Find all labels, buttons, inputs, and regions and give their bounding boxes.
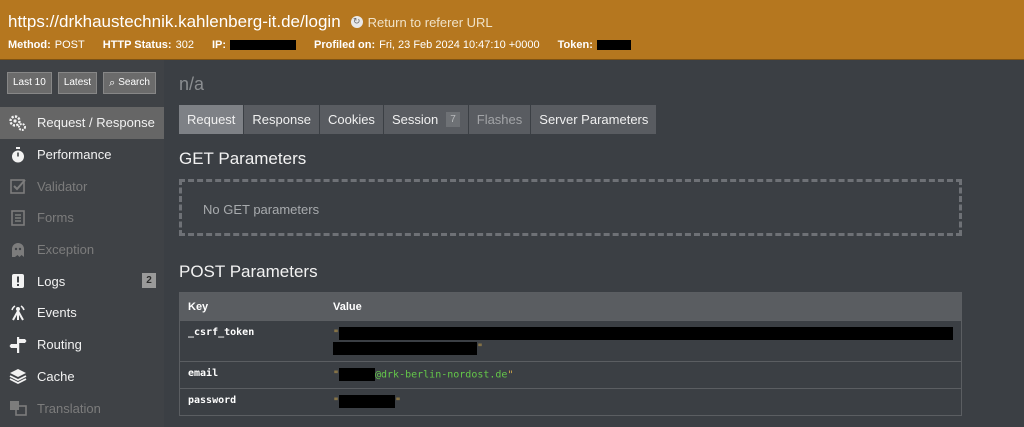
menu-label: Exception <box>37 242 95 258</box>
search-icon: ⌕ <box>109 76 116 89</box>
layers-icon <box>9 367 27 385</box>
request-tabs: Request Response Cookies Session 7 Flash… <box>179 105 657 134</box>
csrf-token-redacted-cont <box>332 342 477 355</box>
menu-item-forms[interactable]: Forms <box>0 202 164 234</box>
menu-item-cache[interactable]: Cache <box>0 361 164 393</box>
request-url[interactable]: https://drkhaustechnik.kahlenberg-it.de/… <box>8 12 341 32</box>
param-value: " " <box>324 320 962 362</box>
stopwatch-icon <box>9 146 27 164</box>
menu-label: Validator <box>37 178 88 194</box>
quick-buttons: Last 10 Latest ⌕ Search <box>7 72 162 94</box>
get-parameters-heading: GET Parameters <box>179 149 307 168</box>
menu-item-logs[interactable]: Logs 2 <box>0 265 164 297</box>
last-10-button[interactable]: Last 10 <box>7 72 52 94</box>
tab-session[interactable]: Session 7 <box>383 105 468 134</box>
quote-close: " <box>476 342 483 354</box>
method-label: Method: <box>8 39 51 51</box>
translate-icon <box>9 399 27 417</box>
logs-count-badge: 2 <box>142 273 156 289</box>
tab-request[interactable]: Request <box>179 105 244 134</box>
quote-close: " <box>395 396 402 408</box>
token-label: Token: <box>557 39 593 51</box>
csrf-token-redacted <box>339 327 953 340</box>
url-line: https://drkhaustechnik.kahlenberg-it.de/… <box>8 12 493 32</box>
return-to-referer-link[interactable]: ↻ Return to referer URL <box>350 15 493 30</box>
tab-session-label: Session <box>391 112 439 127</box>
page-title: n/a <box>179 74 205 94</box>
email-user-redacted <box>339 368 375 381</box>
menu-item-validator[interactable]: Validator <box>0 170 164 202</box>
profiled-label: Profiled on: <box>314 39 376 51</box>
return-icon: ↻ <box>350 16 363 28</box>
events-icon <box>9 304 27 322</box>
table-row: password " " <box>179 388 962 416</box>
menu-item-translation[interactable]: Translation <box>0 392 164 424</box>
tab-server-parameters[interactable]: Server Parameters <box>531 105 657 134</box>
menu-item-routing[interactable]: Routing <box>0 329 164 361</box>
status-value: 302 <box>175 39 194 51</box>
signpost-icon <box>9 336 27 354</box>
tab-flashes[interactable]: Flashes <box>468 105 531 134</box>
alert-icon <box>9 272 27 290</box>
menu-label: Events <box>37 305 77 321</box>
return-link-label[interactable]: Return to referer URL <box>368 15 493 30</box>
tab-response[interactable]: Response <box>244 105 319 134</box>
meta-ip: IP: <box>212 39 296 51</box>
value-column-header: Value <box>324 292 962 321</box>
token-redacted[interactable] <box>596 40 631 50</box>
request-meta: Method: POST HTTP Status: 302 IP: Profil… <box>8 39 649 51</box>
post-parameters-table: Key Value _csrf_token " " email " @drk-be… <box>179 292 962 416</box>
param-key: _csrf_token <box>179 320 325 362</box>
password-redacted <box>339 395 395 408</box>
form-icon <box>9 209 27 227</box>
menu-item-request-response[interactable]: Request / Response <box>0 107 164 139</box>
session-count-badge: 7 <box>446 112 460 127</box>
search-button[interactable]: ⌕ Search <box>103 72 156 94</box>
tab-cookies[interactable]: Cookies <box>319 105 383 134</box>
meta-method: Method: POST <box>8 39 85 51</box>
gears-icon <box>9 114 27 132</box>
quote-close: " <box>507 369 514 381</box>
param-value: " " <box>324 388 962 416</box>
panel-menu: Request / Response Performance Validator… <box>0 107 164 424</box>
ghost-icon <box>9 241 27 259</box>
search-button-label: Search <box>118 77 150 88</box>
method-value: POST <box>54 39 85 51</box>
menu-label: Performance <box>37 147 112 163</box>
main-panel: n/a Request Response Cookies Session 7 F… <box>164 60 1024 427</box>
meta-token: Token: <box>558 39 631 51</box>
get-empty-message: No GET parameters <box>203 202 320 217</box>
menu-label: Request / Response <box>37 115 155 131</box>
key-column-header: Key <box>179 292 325 321</box>
table-row: email " @drk-berlin-nordost.de" <box>179 361 962 389</box>
menu-item-exception[interactable]: Exception <box>0 234 164 266</box>
post-parameters-heading: POST Parameters <box>179 262 318 281</box>
ip-redacted <box>230 40 296 50</box>
sidebar: Last 10 Latest ⌕ Search Request / Respon… <box>0 60 164 427</box>
table-row: _csrf_token " " <box>179 320 962 362</box>
menu-label: Logs <box>37 273 66 289</box>
get-parameters-empty: No GET parameters <box>179 179 962 236</box>
status-label: HTTP Status: <box>102 39 172 51</box>
latest-button[interactable]: Latest <box>57 72 98 94</box>
menu-item-events[interactable]: Events <box>0 297 164 329</box>
menu-item-performance[interactable]: Performance <box>0 139 164 171</box>
meta-profiled: Profiled on: Fri, 23 Feb 2024 10:47:10 +… <box>314 39 540 51</box>
menu-label: Cache <box>37 368 75 384</box>
param-key: password <box>179 388 325 416</box>
checkbox-icon <box>9 177 27 195</box>
param-value: " @drk-berlin-nordost.de" <box>324 361 962 389</box>
profiled-value: Fri, 23 Feb 2024 10:47:10 +0000 <box>379 39 540 51</box>
param-key: email <box>179 361 325 389</box>
menu-label: Routing <box>37 337 82 353</box>
menu-label: Translation <box>37 400 101 416</box>
profiler-header: https://drkhaustechnik.kahlenberg-it.de/… <box>0 0 1024 60</box>
menu-label: Forms <box>37 210 74 226</box>
email-domain: @drk-berlin-nordost.de <box>375 369 508 381</box>
ip-label: IP: <box>211 39 226 51</box>
table-header-row: Key Value <box>179 292 962 321</box>
meta-status: HTTP Status: 302 <box>103 39 194 51</box>
